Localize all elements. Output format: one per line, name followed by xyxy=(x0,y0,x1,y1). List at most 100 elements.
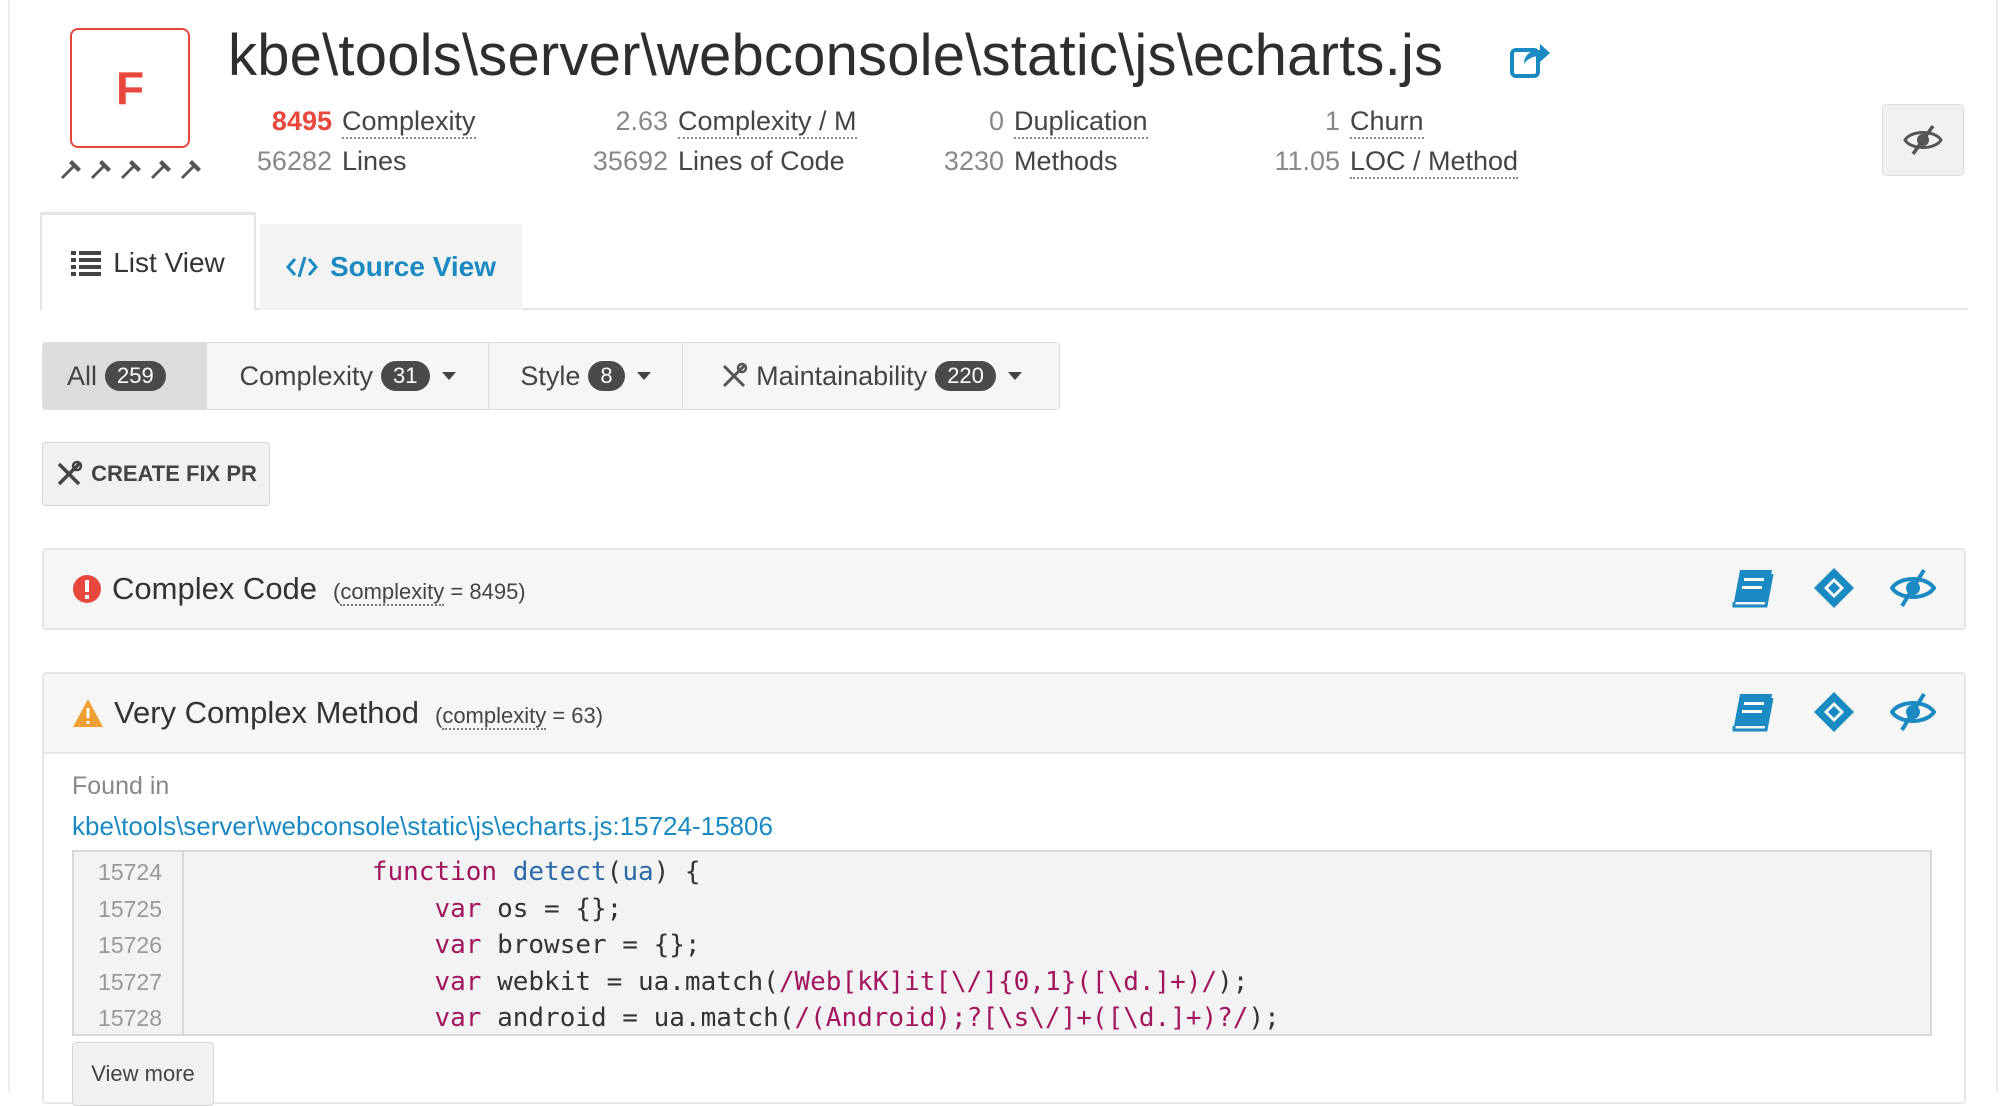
metric-loc-per-method: 11.05 LOC / Method xyxy=(1236,146,1519,179)
create-fix-pr-label: CREATE FIX PR xyxy=(91,461,257,486)
grade-hammers xyxy=(58,158,204,182)
tab-list-view-label: List View xyxy=(113,246,225,278)
view-more-button[interactable]: View more xyxy=(72,1042,214,1106)
issue-title: Very Complex Method xyxy=(114,695,419,730)
file-title: kbe\tools\server\webconsole\static\js\ec… xyxy=(228,23,1444,88)
eye-slash-icon[interactable] xyxy=(1890,690,1936,734)
line-number: 15728 xyxy=(98,1005,162,1031)
filter-complexity[interactable]: Complexity 31 xyxy=(207,343,489,409)
book-icon[interactable] xyxy=(1730,566,1776,610)
metric-lines-of-code-value: 35692 xyxy=(592,146,668,176)
metric-duplication-label[interactable]: Duplication xyxy=(1014,106,1148,139)
issue-meta-key[interactable]: complexity xyxy=(442,703,547,730)
code-line: var os = {}; xyxy=(434,893,623,924)
tab-source-view[interactable]: Source View xyxy=(260,224,522,310)
filter-complexity-label: Complexity xyxy=(239,360,374,391)
metric-lines-value: 56282 xyxy=(256,146,332,176)
hammer-icon xyxy=(61,160,81,179)
create-fix-pr-button[interactable]: CREATE FIX PR xyxy=(42,442,270,506)
filter-style-label: Style xyxy=(520,360,581,391)
metric-churn: 1 Churn xyxy=(1236,106,1424,139)
metric-loc-per-method-label[interactable]: LOC / Method xyxy=(1350,146,1519,179)
metric-loc-per-method-value: 11.05 xyxy=(1274,146,1340,176)
issue-meta: (complexity = 8495) xyxy=(333,579,526,606)
book-icon[interactable] xyxy=(1730,690,1776,734)
chevron-down-icon xyxy=(636,372,651,380)
filter-maintainability[interactable]: Maintainability 220 xyxy=(683,343,1059,409)
metric-complexity-per-m: 2.63 Complexity / M xyxy=(564,106,857,139)
filter-all[interactable]: All 259 xyxy=(43,343,207,409)
metric-churn-label[interactable]: Churn xyxy=(1350,106,1424,139)
chevron-down-icon xyxy=(441,372,456,380)
hammer-icon xyxy=(91,160,111,179)
tab-source-view-label: Source View xyxy=(329,251,496,282)
issue-meta-value: = 8495) xyxy=(444,579,526,604)
metric-duplication: 0 Duplication xyxy=(900,106,1148,139)
issue-filter-bar: All 259 Complexity 31 Style 8 Maintainab… xyxy=(42,342,1060,410)
eye-slash-icon[interactable] xyxy=(1890,566,1936,610)
error-icon xyxy=(73,575,101,603)
line-number: 15724 xyxy=(98,859,162,885)
issue-panel-complex-code: Complex Code (complexity = 8495) xyxy=(42,548,1966,630)
metric-methods-label: Methods xyxy=(1014,146,1118,176)
found-in-label: Found in xyxy=(72,772,170,800)
code-icon xyxy=(285,256,318,278)
warning-icon xyxy=(73,699,103,727)
filter-maintainability-label: Maintainability xyxy=(756,360,928,391)
line-number-gutter: 15724 15725 15726 15727 15728 xyxy=(74,852,184,1034)
metric-methods-value: 3230 xyxy=(943,146,1004,176)
grade-badge: F xyxy=(70,28,190,148)
issue-header: Very Complex Method (complexity = 63) xyxy=(44,674,1964,752)
filter-complexity-count: 31 xyxy=(381,361,430,391)
line-number: 15726 xyxy=(98,932,162,958)
list-icon xyxy=(71,250,102,276)
issue-location-link[interactable]: kbe\tools\server\webconsole\static\js\ec… xyxy=(72,811,773,842)
metric-methods: 3230 Methods xyxy=(900,146,1118,177)
metric-complexity-per-m-label[interactable]: Complexity / M xyxy=(678,106,857,139)
tools-icon xyxy=(723,362,748,388)
filter-all-count: 259 xyxy=(105,361,166,391)
issue-panel-very-complex-method: Very Complex Method (complexity = 63) Fo… xyxy=(42,672,1966,1106)
ticket-icon[interactable] xyxy=(1810,690,1856,734)
issue-meta-value: = 63) xyxy=(546,703,604,728)
filter-style[interactable]: Style 8 xyxy=(489,343,683,409)
metric-lines-of-code: 35692 Lines of Code xyxy=(564,146,845,177)
code-snippet: 15724 15725 15726 15727 15728 function d… xyxy=(72,850,1932,1036)
code-line: var webkit = ua.match(/Web[kK]it[\/]{0,1… xyxy=(434,966,1249,997)
metric-duplication-value: 0 xyxy=(988,106,1004,136)
issue-actions xyxy=(1730,566,1936,610)
issue-header: Complex Code (complexity = 8495) xyxy=(44,550,1964,628)
filter-all-label: All xyxy=(67,360,98,391)
metric-churn-value: 1 xyxy=(1324,106,1340,136)
code-line: var android = ua.match(/(Android);?[\s\/… xyxy=(434,1003,1280,1033)
eye-slash-icon xyxy=(1903,124,1943,156)
code-line: var browser = {}; xyxy=(434,930,701,960)
line-number: 15727 xyxy=(98,968,162,995)
tools-icon xyxy=(57,460,83,486)
tab-list-view[interactable]: List View xyxy=(40,212,256,310)
metric-complexity-value: 8495 xyxy=(271,106,332,136)
metric-complexity-label[interactable]: Complexity xyxy=(342,106,476,139)
code-lines: function detect(ua) { var os = {}; var b… xyxy=(184,852,1930,1034)
chevron-down-icon xyxy=(1007,372,1022,380)
hide-file-button[interactable] xyxy=(1882,104,1964,176)
line-number: 15725 xyxy=(98,895,162,922)
issue-meta: (complexity = 63) xyxy=(435,703,604,730)
issue-actions xyxy=(1730,690,1936,734)
external-share-icon[interactable] xyxy=(1508,38,1552,82)
metric-lines-label: Lines xyxy=(342,146,407,176)
metric-lines: 56282 Lines xyxy=(232,146,407,177)
filter-style-count: 8 xyxy=(588,361,625,391)
metric-complexity-per-m-value: 2.63 xyxy=(615,106,668,136)
filter-maintainability-count: 220 xyxy=(935,361,996,391)
issue-title: Complex Code xyxy=(112,571,318,606)
metric-lines-of-code-label: Lines of Code xyxy=(678,146,845,176)
hammer-icon xyxy=(121,160,141,179)
code-line: function detect(ua) { xyxy=(371,857,701,887)
hammer-icon xyxy=(181,160,201,179)
metric-complexity: 8495 Complexity xyxy=(232,106,476,139)
issue-meta-key[interactable]: complexity xyxy=(340,579,445,606)
hammer-icon xyxy=(151,160,171,179)
issue-body: Found in kbe\tools\server\webconsole\sta… xyxy=(44,752,1964,1106)
ticket-icon[interactable] xyxy=(1810,566,1856,610)
